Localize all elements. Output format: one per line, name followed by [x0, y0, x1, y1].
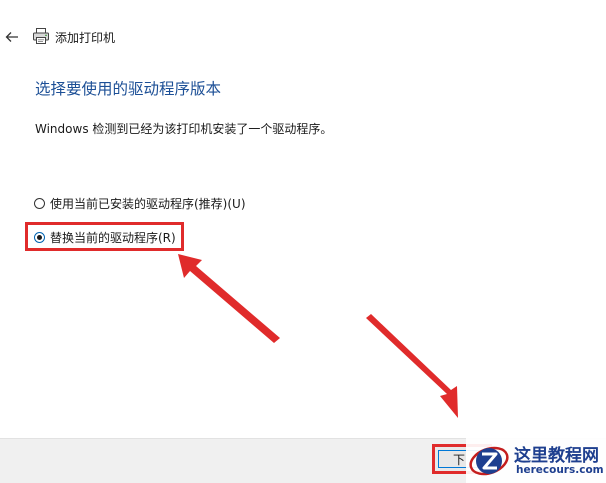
add-printer-dialog: 添加打印机 选择要使用的驱动程序版本 Windows 检测到已经为该打印机安装了…: [0, 0, 606, 483]
watermark-title: 这里教程网: [514, 446, 599, 466]
site-watermark: 这里教程网 herecours.com: [466, 436, 606, 483]
page-heading: 选择要使用的驱动程序版本: [35, 80, 222, 98]
window-title: 添加打印机: [55, 31, 116, 45]
watermark-url: herecours.com: [516, 464, 604, 476]
use-current-driver-label: 使用当前已安装的驱动程序(推荐)(U): [50, 197, 246, 211]
back-button[interactable]: [3, 28, 21, 46]
driver-detected-description: Windows 检测到已经为该打印机安装了一个驱动程序。: [35, 122, 333, 136]
annotation-arrow-to-next-button: [366, 314, 458, 418]
annotation-arrow-to-option: [178, 254, 280, 343]
watermark-logo-icon: [469, 446, 509, 476]
back-arrow-icon: [5, 32, 18, 42]
use-current-driver-option[interactable]: 使用当前已安装的驱动程序(推荐)(U): [34, 195, 246, 212]
use-current-driver-radio[interactable]: [34, 198, 45, 209]
printer-icon: [33, 28, 49, 44]
annotation-highlight-box: [25, 222, 184, 251]
